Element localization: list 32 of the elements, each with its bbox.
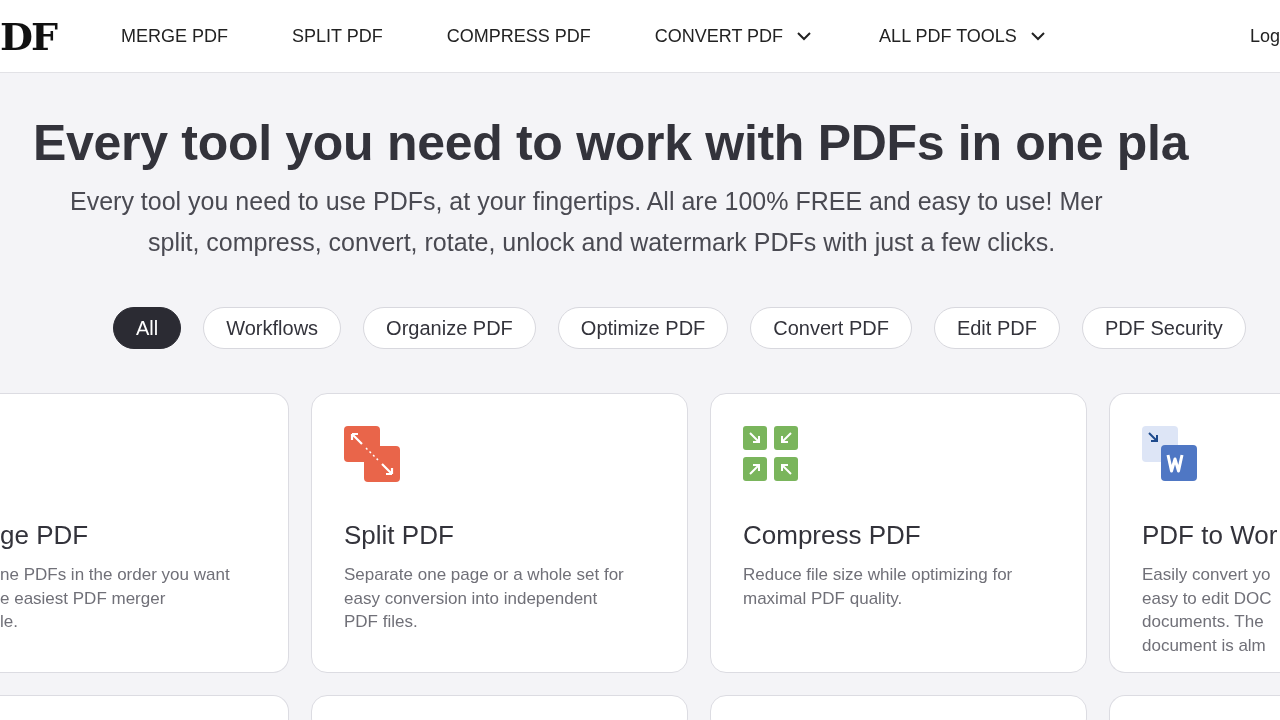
- card-title: Compress PDF: [743, 520, 922, 551]
- tool-card[interactable]: PDF to Wor Easily convert yo easy to edit DOC documents. The document is alm: [1109, 393, 1280, 673]
- card-description: Easily convert yo easy to edit DOC documents. The document is alm: [1142, 564, 1273, 657]
- nav-link[interactable]: CONVERT PDF: [654, 25, 812, 47]
- tool-card[interactable]: Split PDF Separate one page or a whole set for easy conversion into independent PDF files.: [311, 393, 688, 673]
- card-title: Split PDF: [344, 520, 455, 551]
- hero-title: Every tool you need to work with PDFs in one pla: [33, 114, 1190, 173]
- login-link[interactable]: Log: [1249, 25, 1280, 47]
- card-description: Separate one page or a whole set for easy conversion into independent PDF files.: [344, 564, 625, 633]
- split-arrows-icon: [344, 426, 400, 482]
- filter-tab[interactable]: All: [113, 307, 182, 349]
- word-document-icon: [1142, 426, 1198, 482]
- filter-tab[interactable]: Workflows: [203, 307, 342, 349]
- nav-link[interactable]: SPLIT PDF: [292, 25, 383, 47]
- nav-link[interactable]: COMPRESS PDF: [446, 25, 591, 47]
- nav-link[interactable]: ALL PDF TOOLS: [879, 25, 1045, 47]
- subtitle-line: split, compress, convert, rotate, unlock and watermark PDFs with just a few clicks.: [147, 227, 1057, 258]
- nav-link[interactable]: MERGE PDF: [121, 25, 228, 47]
- card-description: ne PDFs in the order you want e easiest PDF merger le.: [0, 564, 231, 633]
- card-title: ge PDF: [0, 520, 90, 551]
- filter-tab[interactable]: Edit PDF: [933, 307, 1060, 349]
- filter-tab[interactable]: Convert PDF: [750, 307, 912, 349]
- card-title: PDF to Wor: [1142, 520, 1279, 551]
- tool-card[interactable]: Compress PDF Reduce file size while optimizing for maximal PDF quality.: [710, 393, 1087, 673]
- subtitle-line: Every tool you need to use PDFs, at your fingertips. All are 100% FREE and easy to use! Mer: [69, 186, 1104, 217]
- logo[interactable]: DF: [0, 13, 57, 59]
- filter-tab[interactable]: Organize PDF: [363, 307, 536, 349]
- compress-arrows-icon: [743, 426, 799, 482]
- card-description: Reduce file size while optimizing for maximal PDF quality.: [743, 564, 1014, 610]
- filter-tab[interactable]: PDF Security: [1081, 307, 1246, 349]
- tool-card[interactable]: ge PDF ne PDFs in the order you want e easiest PDF merger le.: [0, 393, 289, 673]
- filter-tab[interactable]: Optimize PDF: [557, 307, 729, 349]
